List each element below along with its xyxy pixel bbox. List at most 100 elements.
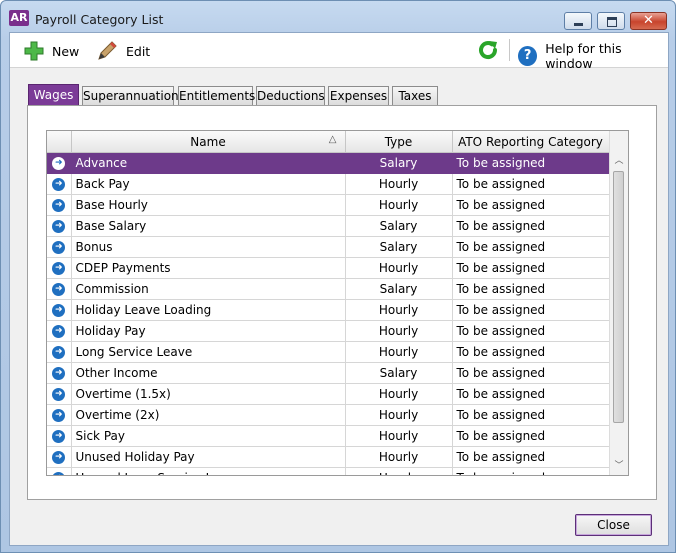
table-row[interactable]: ➜ Sick Pay Hourly To be assigned (47, 425, 610, 447)
zoom-arrow-icon[interactable]: ➜ (52, 262, 66, 275)
header-ato[interactable]: ATO Reporting Category (452, 131, 610, 153)
table-row[interactable]: ➜ Unused Holiday Pay Hourly To be assigned (47, 446, 610, 468)
edit-button[interactable]: Edit (96, 41, 150, 61)
row-zoom-cell[interactable]: ➜ (47, 404, 72, 426)
zoom-arrow-icon[interactable]: ➜ (52, 451, 66, 464)
payroll-category-table: Name △ Type ATO Reporting Category ➜ Advan… (46, 130, 629, 476)
table-row[interactable]: ➜ Other Income Salary To be assigned (47, 362, 610, 384)
row-zoom-cell[interactable]: ➜ (47, 341, 72, 363)
tab-taxes[interactable]: Taxes (392, 86, 438, 105)
zoom-arrow-icon[interactable]: ➜ (52, 325, 66, 338)
row-zoom-cell[interactable]: ➜ (47, 278, 72, 300)
tab-expenses[interactable]: Expenses (328, 86, 389, 105)
zoom-arrow-icon[interactable]: ➜ (52, 283, 66, 296)
zoom-arrow-icon[interactable]: ➜ (52, 157, 66, 170)
zoom-arrow-icon[interactable]: ➜ (52, 367, 66, 380)
minimize-button[interactable] (564, 12, 592, 30)
cell-type: Salary (345, 236, 453, 258)
zoom-arrow-icon[interactable]: ➜ (52, 178, 66, 191)
header-name[interactable]: Name △ (71, 131, 346, 153)
vertical-scrollbar[interactable]: ︿ ﹀ (609, 131, 628, 475)
zoom-arrow-icon[interactable]: ➜ (52, 241, 66, 254)
table-row[interactable]: ➜ Bonus Salary To be assigned (47, 236, 610, 258)
plus-icon (24, 41, 44, 61)
scroll-up-icon[interactable]: ︿ (610, 153, 628, 170)
close-icon: ✕ (643, 13, 654, 28)
cell-name: Holiday Leave Loading (71, 299, 346, 321)
cell-name: Long Service Leave (71, 341, 346, 363)
cell-type: Hourly (345, 446, 453, 468)
wages-panel: Name △ Type ATO Reporting Category ➜ Advan… (27, 105, 657, 500)
help-label: Help for this window (545, 41, 622, 71)
cell-ato: To be assigned (452, 425, 610, 447)
cell-name: Base Hourly (71, 194, 346, 216)
zoom-arrow-icon[interactable]: ➜ (52, 388, 66, 401)
zoom-arrow-icon[interactable]: ➜ (52, 199, 66, 212)
zoom-arrow-icon[interactable]: ➜ (52, 472, 66, 475)
table-row[interactable]: ➜ Unused Long Service LeaveHourlyTo be as… (47, 467, 610, 475)
tab-deductions[interactable]: Deductions (256, 86, 325, 105)
scrollbar-thumb[interactable] (613, 171, 624, 423)
table-row[interactable]: ➜ Overtime (1.5x) Hourly To be assigned (47, 383, 610, 405)
row-zoom-cell[interactable]: ➜ (47, 152, 72, 174)
scroll-down-icon[interactable]: ﹀ (610, 458, 628, 475)
row-zoom-cell[interactable]: ➜ (47, 383, 72, 405)
row-zoom-cell[interactable]: ➜ (47, 257, 72, 279)
table-row[interactable]: ➜ Advance Salary To be assigned (47, 152, 610, 174)
help-button[interactable]: ? Help for this window (518, 41, 668, 71)
header-type[interactable]: Type (345, 131, 453, 153)
refresh-icon[interactable] (477, 39, 499, 61)
toolbar-separator (509, 39, 510, 61)
table-row[interactable]: ➜ Holiday Pay Hourly To be assigned (47, 320, 610, 342)
cell-type: Hourly (345, 257, 453, 279)
row-zoom-cell[interactable]: ➜ (47, 362, 72, 384)
tab-superannuation[interactable]: Superannuation (82, 86, 179, 105)
cell-ato: To be assigned (452, 467, 610, 475)
table-row[interactable]: ➜ Long Service Leave Hourly To be assigned (47, 341, 610, 363)
cell-ato: To be assigned (452, 194, 610, 216)
row-zoom-cell[interactable]: ➜ (47, 320, 72, 342)
maximize-button[interactable] (597, 12, 625, 30)
close-window-button[interactable]: ✕ (630, 12, 667, 30)
close-button[interactable]: Close (575, 514, 652, 536)
zoom-arrow-icon[interactable]: ➜ (52, 346, 66, 359)
cell-name: Unused Long Service Leave (71, 467, 346, 475)
row-zoom-cell[interactable]: ➜ (47, 299, 72, 321)
toolbar: New Edit ? Help for this window (10, 33, 668, 71)
zoom-arrow-icon[interactable]: ➜ (52, 304, 66, 317)
table-row[interactable]: ➜ Back Pay Hourly To be assigned (47, 173, 610, 195)
table-row[interactable]: ➜ CDEP Payments Hourly To be assigned (47, 257, 610, 279)
tab-wages[interactable]: Wages (28, 84, 79, 106)
cell-type: Hourly (345, 173, 453, 195)
row-zoom-cell[interactable]: ➜ (47, 467, 72, 475)
app-logo-icon: AR (9, 10, 29, 26)
row-zoom-cell[interactable]: ➜ (47, 194, 72, 216)
row-zoom-cell[interactable]: ➜ (47, 425, 72, 447)
cell-name: Advance (71, 152, 346, 174)
table-row[interactable]: ➜ Holiday Leave Loading Hourly To be assign… (47, 299, 610, 321)
row-zoom-cell[interactable]: ➜ (47, 173, 72, 195)
zoom-arrow-icon[interactable]: ➜ (52, 409, 66, 422)
row-zoom-cell[interactable]: ➜ (47, 236, 72, 258)
window-title: Payroll Category List (35, 12, 164, 27)
cell-name: Other Income (71, 362, 346, 384)
row-zoom-cell[interactable]: ➜ (47, 446, 72, 468)
row-zoom-cell[interactable]: ➜ (47, 215, 72, 237)
cell-ato: To be assigned (452, 446, 610, 468)
table-row[interactable]: ➜ Base Salary Salary To be assigned (47, 215, 610, 237)
cell-ato: To be assigned (452, 404, 610, 426)
tab-entitlements[interactable]: Entitlements (178, 86, 255, 105)
table-row[interactable]: ➜ Commission Salary To be assigned (47, 278, 610, 300)
cell-name: CDEP Payments (71, 257, 346, 279)
cell-ato: To be assigned (452, 299, 610, 321)
zoom-arrow-icon[interactable]: ➜ (52, 220, 66, 233)
table-row[interactable]: ➜ Overtime (2x) Hourly To be assigned (47, 404, 610, 426)
help-icon: ? (518, 46, 538, 66)
cell-type: Hourly (345, 425, 453, 447)
title-bar[interactable]: AR Payroll Category List ✕ (1, 1, 675, 33)
new-button[interactable]: New (24, 41, 79, 61)
table-row[interactable]: ➜ Base Hourly Hourly To be assigned (47, 194, 610, 216)
header-icon-column (47, 131, 72, 153)
zoom-arrow-icon[interactable]: ➜ (52, 430, 66, 443)
cell-ato: To be assigned (452, 152, 610, 174)
